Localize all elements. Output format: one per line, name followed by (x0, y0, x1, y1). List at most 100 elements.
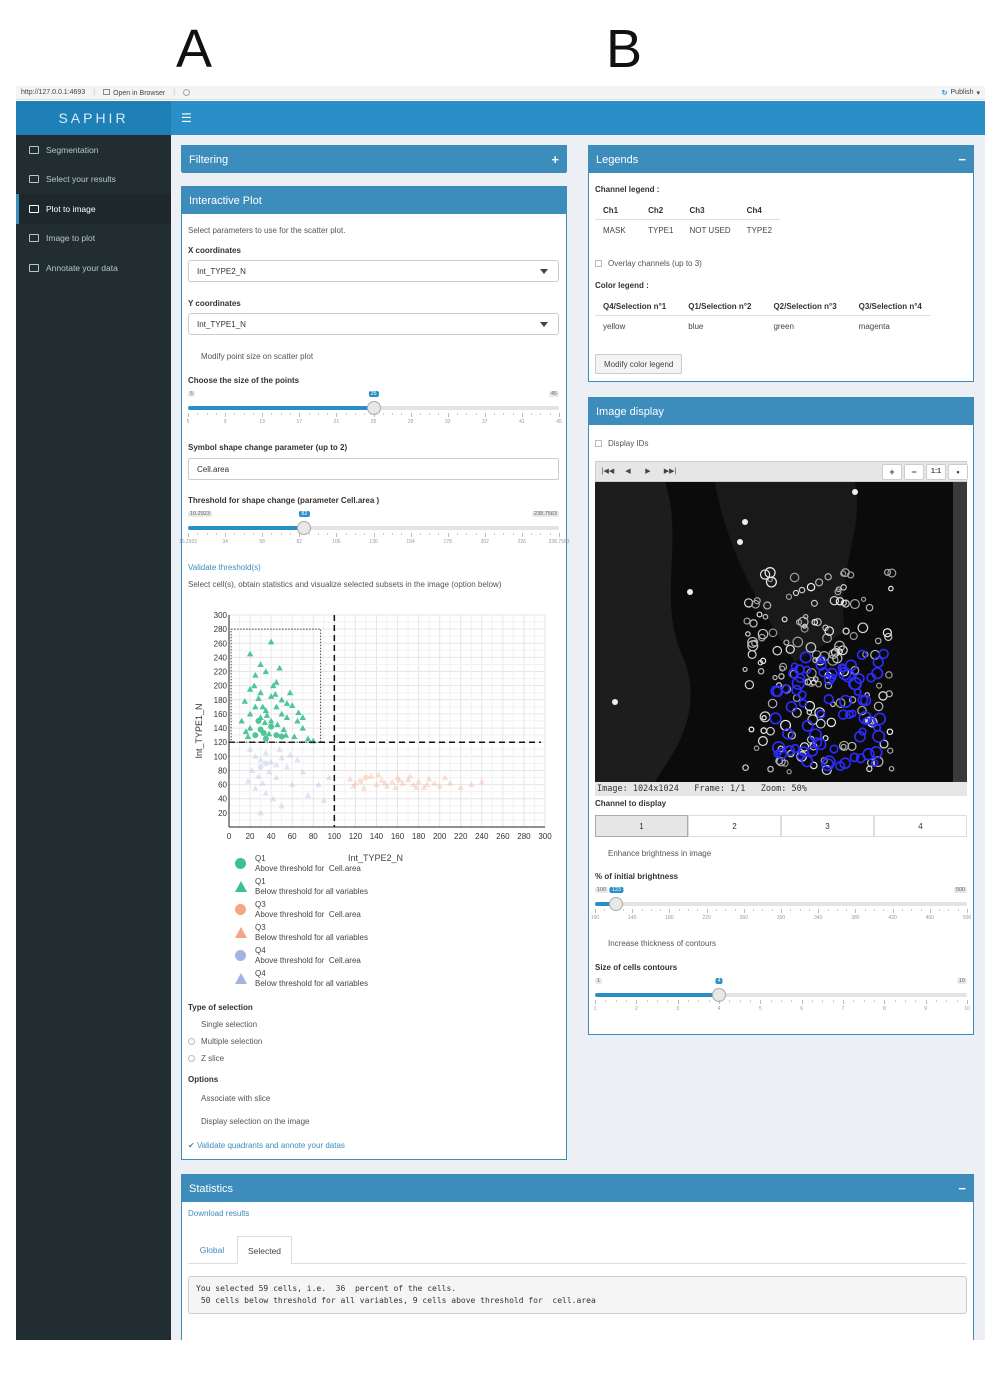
slider-minor-tick (641, 909, 643, 911)
slider-minor-tick (646, 1000, 648, 1002)
symbol-shape-input[interactable]: Cell.area (188, 458, 559, 480)
table-header: Ch3 (681, 202, 739, 220)
sidebar-item-annotate[interactable]: Annotate your data (16, 253, 171, 283)
slider-minor-tick (808, 909, 810, 911)
channel-button-2[interactable]: 2 (688, 815, 781, 837)
slider-minor-tick (791, 1000, 793, 1002)
scatter-plot[interactable]: 0 20 40 60 80 100 120 140 160 180 200 220 240 260 280 3… (188, 605, 558, 865)
y-tick-label: 60 (218, 781, 227, 790)
validate-threshold-link[interactable]: Validate threshold(s) (188, 563, 261, 572)
associate-slice-checkbox[interactable]: Associate with slice (201, 1094, 270, 1103)
tab-selected[interactable]: Selected (237, 1236, 292, 1265)
slider-minor-tick (392, 533, 394, 535)
slider-fill (188, 406, 374, 410)
slider-minor-tick (540, 533, 542, 535)
point-size-slider[interactable]: 5 45 25 5 9 13 17 21 25 29 33 37 41 45 (187, 391, 562, 425)
sidebar-item-select-results[interactable]: Select your results (16, 165, 171, 195)
modify-point-size-checkbox[interactable]: Modify point size on scatter plot (201, 352, 313, 361)
y-tick-label: 120 (214, 738, 228, 747)
zoom-out-button[interactable]: − (904, 464, 924, 480)
image-display-header: Image display (589, 398, 973, 425)
radio-button[interactable] (188, 1055, 195, 1063)
filtering-header[interactable]: Filtering + (182, 146, 566, 173)
download-results-link[interactable]: Download results (188, 1209, 249, 1218)
one-to-one-button[interactable]: 1:1 (926, 464, 946, 480)
slider-minor-tick (549, 533, 551, 535)
first-frame-button[interactable]: |◀◀ (598, 464, 618, 480)
x-tick-label: 120 (349, 832, 363, 841)
refresh-icon[interactable] (183, 89, 191, 96)
channel-button-1[interactable]: 1 (595, 815, 688, 837)
selection-option-zslice[interactable]: Z slice (188, 1054, 224, 1063)
data-point (273, 732, 280, 739)
radio-button[interactable] (188, 1038, 195, 1046)
x-tick-label: 80 (309, 832, 318, 841)
slider-tick (225, 413, 227, 417)
modify-color-legend-button[interactable]: Modify color legend (595, 354, 683, 374)
validate-quadrants-link[interactable]: ✔ Validate quadrants and annote your dat… (188, 1141, 345, 1150)
display-selection-checkbox[interactable]: Display selection on the image (201, 1117, 310, 1126)
image-icon (29, 145, 39, 154)
y-coordinates-select[interactable]: Int_TYPE1_N (188, 313, 559, 335)
slider-minor-tick (271, 533, 273, 535)
slider-tick (262, 533, 264, 537)
slider-minor-tick (853, 1000, 855, 1002)
legend-quadrant: Q4 (255, 946, 266, 955)
overlay-channels-checkbox[interactable]: Overlay channels (up to 3) (595, 259, 702, 268)
slider-minor-tick (512, 533, 514, 535)
zoom-in-button[interactable]: + (882, 464, 902, 480)
brightness-slider[interactable]: 100 500 123 100 140 180 220 260 300 340 380 420 460 5… (591, 887, 971, 921)
prev-frame-button[interactable]: ◀ (618, 464, 638, 480)
collapse-icon[interactable]: − (958, 1181, 966, 1196)
slider-minor-tick (734, 909, 736, 911)
slider-tick-label: 7 (841, 1006, 845, 1012)
slider-minor-tick (650, 909, 652, 911)
tab-global[interactable]: Global (188, 1236, 236, 1264)
browser-url[interactable]: http://127.0.0.1:4693 (21, 89, 85, 96)
data-point (431, 779, 438, 786)
slider-minor-tick (197, 533, 199, 535)
slider-minor-tick (429, 413, 431, 415)
microscopy-image[interactable] (595, 482, 967, 782)
threshold-slider[interactable]: 10.2923 238.7563 82 10.2923 34 58 82 106 130 154 1… (179, 511, 569, 545)
statistics-title: Statistics (189, 1182, 234, 1195)
publish-label: Publish (950, 89, 974, 96)
collapse-icon[interactable]: − (958, 152, 966, 167)
fit-button[interactable]: • (948, 464, 968, 480)
data-point (304, 735, 312, 742)
expand-icon[interactable]: + (551, 152, 559, 167)
filtering-box: Filtering + (181, 145, 567, 173)
panel-letter-b: B (606, 19, 643, 79)
slider-tick (559, 413, 560, 417)
open-in-browser-button[interactable]: Open in Browser (103, 88, 165, 97)
next-frame-button[interactable]: ▶ (638, 464, 658, 480)
checkbox[interactable] (595, 260, 602, 268)
app-logo[interactable]: SAPHIR (16, 101, 171, 135)
publish-button[interactable]: ↻ Publish ▾ (942, 89, 980, 97)
slider-tick (336, 533, 338, 537)
slider-minor-tick (827, 909, 829, 911)
slider-minor-tick (946, 1000, 948, 1002)
hamburger-icon[interactable]: ☰ (181, 111, 192, 125)
sidebar-item-plot-to-image[interactable]: Plot to image (16, 194, 171, 224)
display-ids-checkbox[interactable]: Display IDs (595, 439, 648, 448)
enhance-brightness-checkbox[interactable]: Enhance brightness in image (608, 849, 711, 858)
table-cell: yellow (603, 322, 626, 331)
sidebar-item-segmentation[interactable]: Segmentation (16, 135, 171, 165)
last-frame-button[interactable]: ▶▶| (660, 464, 680, 480)
channel-button-3[interactable]: 3 (781, 815, 874, 837)
channel-button-4[interactable]: 4 (874, 815, 967, 837)
slider-minor-tick (874, 909, 875, 911)
contours-slider[interactable]: 1 10 4 1 2 3 4 5 6 7 8 9 10 (594, 978, 970, 1012)
legend-entry: Q3 Above threshold for Cell.area (255, 900, 361, 920)
slider-minor-tick (197, 413, 199, 415)
slider-minor-tick (243, 413, 245, 415)
x-coordinates-select[interactable]: Int_TYPE2_N (188, 260, 559, 282)
selection-option-single[interactable]: Single selection (201, 1020, 257, 1029)
sidebar-item-image-to-plot[interactable]: Image to plot (16, 224, 171, 254)
slider-minor-tick (750, 1000, 751, 1002)
checkbox[interactable] (595, 440, 602, 448)
slider-minor-tick (762, 909, 764, 911)
selection-option-multiple[interactable]: Multiple selection (188, 1037, 262, 1046)
increase-thickness-checkbox[interactable]: Increase thickness of contours (608, 939, 716, 948)
